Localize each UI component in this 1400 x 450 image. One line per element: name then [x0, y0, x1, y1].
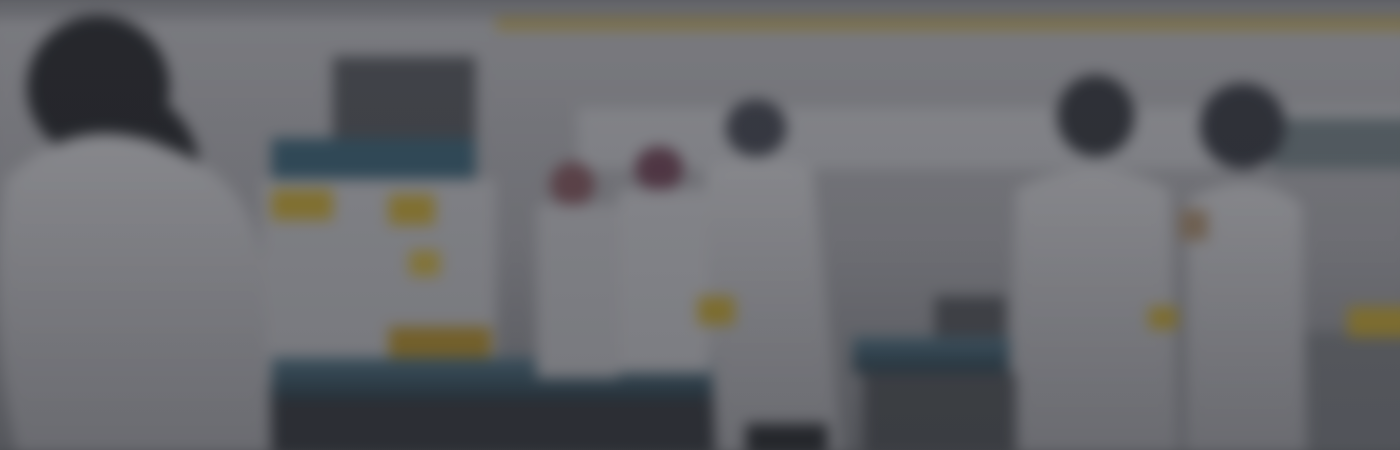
gradient-overlay [0, 0, 1400, 450]
hero-banner [0, 0, 1400, 450]
